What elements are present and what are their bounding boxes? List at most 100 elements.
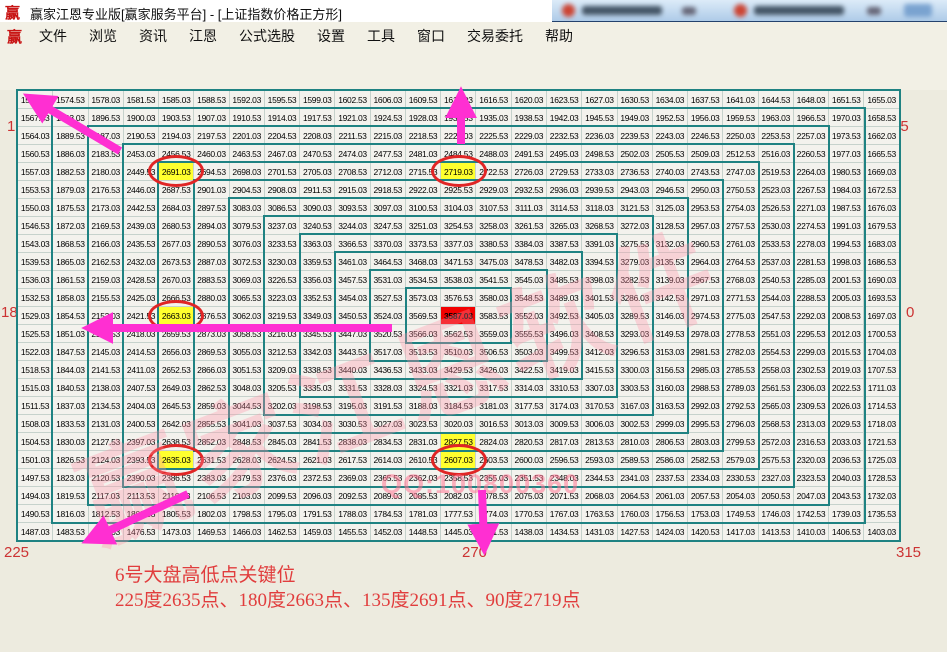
grid-cell: 1403.03 [864, 523, 900, 541]
grid-cell: 3118.03 [582, 199, 617, 217]
grid-cell: 2859.03 [194, 397, 229, 415]
menu-item[interactable]: 工具 [356, 28, 406, 44]
grid-cell: 1417.03 [723, 523, 758, 541]
grid-cell: 2201.03 [229, 127, 264, 145]
grid-cell: 1669.03 [864, 163, 900, 181]
grid-cell: 2750.53 [723, 181, 758, 199]
grid-cell: 2400.53 [123, 415, 158, 433]
grid-cell: 1630.53 [617, 91, 652, 109]
grid-cell: 2743.53 [688, 163, 723, 181]
grid-cell: 3002.53 [617, 415, 652, 433]
grid-cell: 3279.03 [617, 253, 652, 271]
grid-cell: 1672.53 [864, 181, 900, 199]
grid-cell: 2075.03 [511, 487, 546, 505]
grid-cell: 3447.03 [335, 325, 370, 343]
grid-cell: 2603.53 [476, 451, 511, 469]
grid-cell: 2215.03 [370, 127, 405, 145]
menu-item[interactable]: 公式选股 [228, 28, 306, 44]
grid-cell: 3016.53 [476, 415, 511, 433]
grid-cell: 2810.03 [617, 433, 652, 451]
menu-item[interactable]: 浏览 [78, 28, 128, 44]
grid-cell: 3300.03 [617, 361, 652, 379]
menu-item[interactable]: 资讯 [128, 28, 178, 44]
grid-cell: 3167.03 [617, 397, 652, 415]
grid-cell: 2435.53 [123, 235, 158, 253]
grid-cell: 2768.03 [723, 271, 758, 289]
grid-cell: 2855.53 [194, 415, 229, 433]
grid-cell: 2176.53 [88, 181, 123, 199]
grid-cell: 2057.53 [688, 487, 723, 505]
grid-cell: 1578.03 [88, 91, 123, 109]
grid-cell: 3454.03 [335, 289, 370, 307]
grid-cell: 2393.53 [123, 451, 158, 469]
grid-cell: 2236.03 [582, 127, 617, 145]
grid-cell: 2295.53 [793, 325, 828, 343]
grid-cell: 2652.53 [159, 361, 194, 379]
grid-cell: 1987.53 [829, 199, 864, 217]
grid-cell: 2008.53 [829, 307, 864, 325]
grid-cell: 2687.53 [159, 181, 194, 199]
grid-cell: 2362.03 [405, 469, 440, 487]
menu-item[interactable]: 设置 [306, 28, 356, 44]
grid-cell: 3387.53 [546, 235, 581, 253]
grid-cell: 1886.03 [53, 145, 88, 163]
grid-cell: 2267.53 [793, 181, 828, 199]
grid-cell: 3394.53 [582, 253, 617, 271]
grid-cell: 1896.53 [88, 109, 123, 127]
grid-cell: 2939.53 [582, 181, 617, 199]
grid-cell: 3429.53 [441, 361, 476, 379]
menu-item[interactable]: 交易委托 [456, 28, 534, 44]
grid-cell: 3055.03 [229, 343, 264, 361]
grid-cell: 1718.03 [864, 415, 900, 433]
grid-cell: 3552.03 [511, 307, 546, 325]
grid-cell: 1781.03 [405, 505, 440, 523]
grid-cell: 1536.03 [18, 271, 53, 289]
grid-cell: 2124.03 [88, 451, 123, 469]
grid-cell: 1952.53 [652, 109, 687, 127]
grid-cell: 2880.03 [194, 289, 229, 307]
grid-cell: 2778.53 [723, 325, 758, 343]
grid-cell: 1525.53 [18, 325, 53, 343]
grid-cell: 2148.53 [88, 325, 123, 343]
grid-cell: 2187.03 [88, 127, 123, 145]
menu-item[interactable]: 江恩 [178, 28, 228, 44]
grid-cell: 2617.53 [335, 451, 370, 469]
grid-cell: 3069.03 [229, 271, 264, 289]
grid-cell: 2208.03 [300, 127, 335, 145]
grid-cell: 3398.03 [582, 271, 617, 289]
grid-cell: 3370.03 [370, 235, 405, 253]
grid-cell: 1735.53 [864, 505, 900, 523]
grid-cell: 3559.03 [476, 325, 511, 343]
grid-cell: 2134.53 [88, 397, 123, 415]
grid-cell: 2495.03 [546, 145, 581, 163]
grid-cell: 2740.03 [652, 163, 687, 181]
grid-cell: 3492.53 [546, 307, 581, 325]
grid-cell: 1501.03 [18, 451, 53, 469]
grid-cell: 3072.53 [229, 253, 264, 271]
menu-item[interactable]: 帮助 [534, 28, 584, 44]
grid-cell: 2365.53 [370, 469, 405, 487]
grid-cell: 2355.03 [476, 469, 511, 487]
grid-cell: 1420.53 [688, 523, 723, 541]
grid-cell: 2761.03 [723, 235, 758, 253]
grid-cell: 2792.53 [723, 397, 758, 415]
grid-cell: 1602.53 [335, 91, 370, 109]
grid-cell: 2673.53 [159, 253, 194, 271]
grid-cell: 1487.03 [18, 523, 53, 541]
grid-cell: 2064.53 [617, 487, 652, 505]
menu-item[interactable]: 窗口 [406, 28, 456, 44]
grid-cell: 2138.03 [88, 379, 123, 397]
grid-cell: 1984.03 [829, 181, 864, 199]
menu-item[interactable]: 文件 [28, 28, 78, 44]
grid-cell: 2155.53 [88, 289, 123, 307]
grid-cell: 1791.53 [300, 505, 335, 523]
grid-cell: 1942.03 [546, 109, 581, 127]
grid-cell: 2334.03 [688, 469, 723, 487]
grid-cell: 3482.03 [546, 253, 581, 271]
grid-cell: 1539.53 [18, 253, 53, 271]
grid-cell: 2477.53 [370, 145, 405, 163]
grid-cell: 1945.53 [582, 109, 617, 127]
grid-cell: 2981.53 [688, 343, 723, 361]
grid-cell: 2964.03 [688, 253, 723, 271]
grid-cell: 1956.03 [688, 109, 723, 127]
